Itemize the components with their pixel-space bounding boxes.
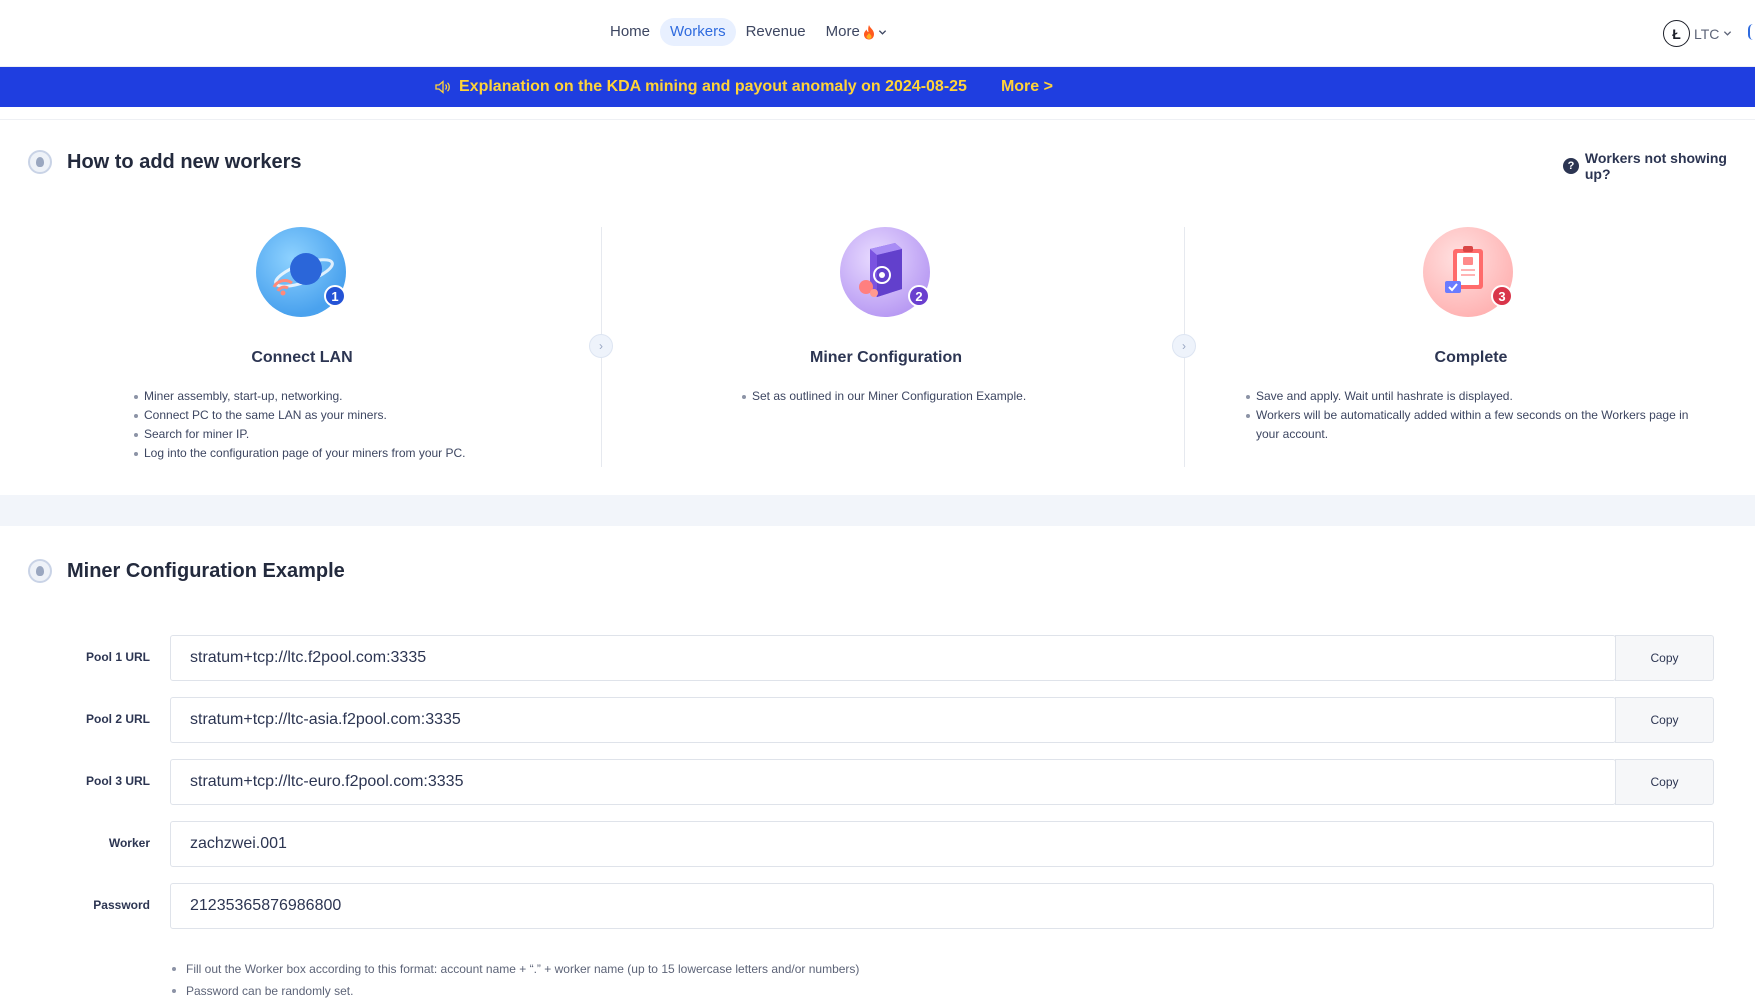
step-miner-configuration: 2 Miner Configuration Set as outlined in… bbox=[626, 227, 1146, 467]
password-field[interactable]: 21235365876986800 bbox=[170, 883, 1714, 929]
list-item: Search for miner IP. bbox=[134, 425, 466, 444]
field-label: Pool 3 URL bbox=[85, 774, 150, 788]
pool-3-url-field[interactable]: stratum+tcp://ltc-euro.f2pool.com:3335 bbox=[170, 759, 1616, 805]
chevron-right-icon: › bbox=[1172, 334, 1196, 358]
nav-more[interactable]: More bbox=[816, 18, 897, 46]
list-item: Password can be randomly set. bbox=[170, 980, 859, 1002]
pool-1-url-field[interactable]: stratum+tcp://ltc.f2pool.com:3335 bbox=[170, 635, 1616, 681]
miner-configuration-section: Miner Configuration Example Pool 1 URL s… bbox=[0, 526, 1755, 1003]
coin-selector[interactable]: Ł LTC bbox=[1663, 20, 1732, 47]
step-number-badge: 3 bbox=[1491, 285, 1513, 307]
miner-settings-icon: 2 bbox=[840, 227, 930, 317]
help-text: Workers not showing up? bbox=[1584, 150, 1727, 182]
password-row: Password 21235365876986800 bbox=[0, 883, 1755, 929]
chevron-down-icon bbox=[878, 29, 886, 35]
announcement-more-link[interactable]: More > bbox=[1001, 78, 1053, 96]
question-circle-icon: ? bbox=[1563, 158, 1579, 174]
speaker-icon bbox=[435, 80, 450, 94]
announcement-banner: Explanation on the KDA mining and payout… bbox=[0, 67, 1755, 107]
clipboard-check-icon: 3 bbox=[1423, 227, 1513, 317]
field-label: Pool 2 URL bbox=[85, 712, 150, 726]
worker-row: Worker zachzwei.001 bbox=[0, 821, 1755, 867]
workers-not-showing-help[interactable]: ? Workers not showing up? bbox=[1563, 150, 1755, 182]
step-title: Miner Configuration bbox=[810, 349, 962, 366]
flame-icon bbox=[863, 25, 874, 40]
field-label: Worker bbox=[108, 836, 150, 850]
list-item: Log into the configuration page of your … bbox=[134, 444, 466, 463]
section-title-config: Miner Configuration Example bbox=[67, 560, 345, 582]
litecoin-icon: Ł bbox=[1663, 20, 1690, 47]
pool-3-url-row: Pool 3 URL stratum+tcp://ltc-euro.f2pool… bbox=[0, 759, 1755, 805]
section-title-how-to: How to add new workers bbox=[67, 151, 302, 173]
pool-2-url-row: Pool 2 URL stratum+tcp://ltc-asia.f2pool… bbox=[0, 697, 1755, 743]
step-number-badge: 1 bbox=[324, 285, 346, 307]
step-instructions: Set as outlined in our Miner Configurati… bbox=[742, 387, 1026, 406]
list-item: Miner assembly, start-up, networking. bbox=[134, 387, 466, 406]
field-label: Password bbox=[93, 898, 150, 912]
config-notes: Fill out the Worker box according to thi… bbox=[170, 958, 859, 1002]
worker-field[interactable]: zachzwei.001 bbox=[170, 821, 1714, 867]
list-item: Fill out the Worker box according to thi… bbox=[170, 958, 859, 980]
nav-workers[interactable]: Workers bbox=[660, 18, 736, 46]
pool-2-url-field[interactable]: stratum+tcp://ltc-asia.f2pool.com:3335 bbox=[170, 697, 1616, 743]
how-to-add-workers-section: How to add new workers ? Workers not sho… bbox=[0, 119, 1755, 495]
coin-label: LTC bbox=[1694, 25, 1720, 42]
nav-revenue[interactable]: Revenue bbox=[736, 18, 816, 46]
planet-wifi-icon: 1 bbox=[256, 227, 346, 317]
field-label: Pool 1 URL bbox=[85, 650, 150, 664]
nav-more-label: More bbox=[825, 23, 860, 40]
main-menu: Home Workers Revenue More bbox=[600, 18, 897, 46]
list-item: Connect PC to the same LAN as your miner… bbox=[134, 406, 466, 425]
pool-1-url-row: Pool 1 URL stratum+tcp://ltc.f2pool.com:… bbox=[0, 635, 1755, 681]
list-item: Save and apply. Wait until hashrate is d… bbox=[1246, 387, 1696, 406]
step-connect-lan: 1 Connect LAN Miner assembly, start-up, … bbox=[42, 227, 562, 467]
list-item: Workers will be automatically added with… bbox=[1246, 406, 1696, 444]
copy-pool-1-button[interactable]: Copy bbox=[1615, 635, 1714, 681]
step-instructions: Save and apply. Wait until hashrate is d… bbox=[1246, 387, 1696, 444]
chevron-down-icon bbox=[1724, 31, 1732, 36]
step-title: Connect LAN bbox=[251, 349, 353, 366]
list-item: Set as outlined in our Miner Configurati… bbox=[742, 387, 1026, 406]
user-icon-partial[interactable] bbox=[1748, 24, 1755, 40]
step-number-badge: 2 bbox=[908, 285, 930, 307]
step-instructions: Miner assembly, start-up, networking. Co… bbox=[134, 387, 466, 463]
tag-icon bbox=[28, 559, 52, 583]
chevron-right-icon: › bbox=[589, 334, 613, 358]
copy-pool-2-button[interactable]: Copy bbox=[1615, 697, 1714, 743]
section-separator bbox=[0, 495, 1755, 526]
copy-pool-3-button[interactable]: Copy bbox=[1615, 759, 1714, 805]
step-title: Complete bbox=[1434, 349, 1508, 366]
step-complete: 3 Complete Save and apply. Wait until ha… bbox=[1209, 227, 1709, 467]
nav-home[interactable]: Home bbox=[600, 18, 660, 46]
announcement-text[interactable]: Explanation on the KDA mining and payout… bbox=[459, 78, 967, 96]
lightbulb-icon bbox=[28, 150, 52, 174]
top-nav: Home Workers Revenue More Ł LTC bbox=[0, 0, 1755, 67]
